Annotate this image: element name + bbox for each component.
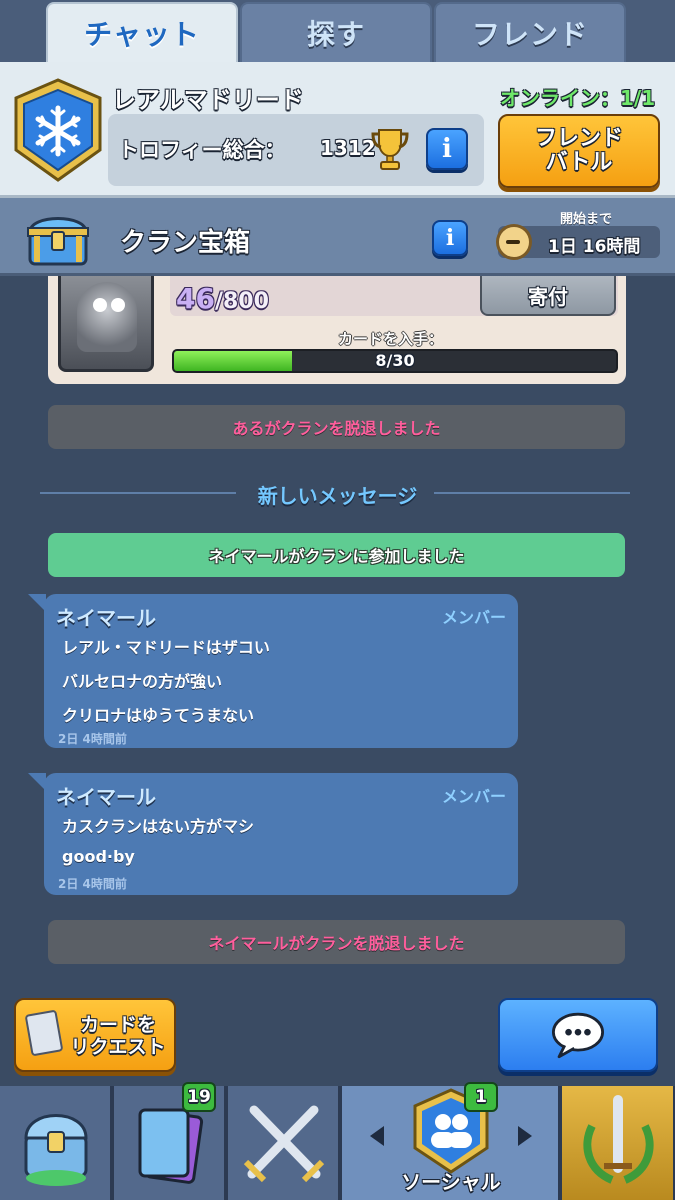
system-message-leave-text: あるがクランを脱退しました xyxy=(232,419,441,438)
trophy-value: 1312 xyxy=(320,136,376,160)
nav-shop[interactable] xyxy=(0,1086,112,1200)
ghost-figure xyxy=(77,282,137,352)
clan-badge-snowflake-icon[interactable] xyxy=(12,78,104,182)
system-message-join-text: ネイマールがクランに参加しました xyxy=(208,547,465,566)
friend-battle-button[interactable]: フレンド バトル xyxy=(498,114,660,188)
tab-chat-label: チャット xyxy=(84,18,200,51)
trophy-icon xyxy=(371,129,409,170)
system-message-join: ネイマールがクランに参加しました xyxy=(48,533,625,577)
chevron-left-icon[interactable] xyxy=(370,1126,384,1146)
system-message-leave-text: ネイマールがクランを脱退しました xyxy=(208,934,465,953)
top-tab-bar: チャット 探す フレンド xyxy=(0,0,675,62)
system-message-leave: あるがクランを脱退しました xyxy=(48,405,625,449)
cards-received-label: カードを入手： xyxy=(338,330,444,348)
friend-battle-label-2: バトル xyxy=(545,150,613,175)
chat-message[interactable]: ネイマール メンバー カスクランはない方がマシ good·by 2日 4時間前 xyxy=(28,773,518,895)
cards-progress-text: 8/30 xyxy=(375,351,415,370)
chevron-right-icon[interactable] xyxy=(518,1126,532,1146)
requested-card-ghost-icon xyxy=(58,276,154,372)
request-cards-label-1: カードを xyxy=(79,1014,156,1036)
friend-battle-label-1: フレンド xyxy=(534,126,623,151)
tab-chat[interactable]: チャット xyxy=(46,2,238,62)
clan-name: レアルマドリード xyxy=(112,86,304,114)
open-chat-button[interactable] xyxy=(498,998,658,1072)
chest-info-button[interactable]: i xyxy=(432,220,468,256)
shop-chest-icon xyxy=(24,1114,88,1186)
message-line: クリロナはゆうてうまない xyxy=(62,706,255,725)
donation-total: /800 xyxy=(214,289,269,314)
request-cards-button[interactable]: カードを リクエスト xyxy=(14,998,176,1072)
ghost-eye-left xyxy=(93,298,107,312)
request-cards-label-2: リクエスト xyxy=(70,1036,166,1058)
tournament-icon xyxy=(583,1095,654,1184)
clan-chest-icon[interactable] xyxy=(24,206,92,268)
donate-button[interactable]: 寄付 xyxy=(480,276,616,316)
nav-social-label: ソーシャル xyxy=(401,1170,501,1194)
chat-message[interactable]: ネイマール メンバー レアル・マドリードはザコい バルセロナの方が強い クリロナ… xyxy=(28,594,518,748)
battle-swords-icon xyxy=(243,1105,325,1183)
clan-header: レアルマドリード トロフィー総合： 1312 i オンライン：1/1 フレンド … xyxy=(0,62,675,198)
message-line: バルセロナの方が強い xyxy=(62,672,223,691)
trophy-label: トロフィー総合： xyxy=(118,138,286,162)
message-line: good·by xyxy=(62,847,135,866)
message-line: レアル・マドリードはザコい xyxy=(62,638,270,657)
donate-button-label: 寄付 xyxy=(528,284,568,309)
tab-search[interactable]: 探す xyxy=(240,2,432,62)
request-cards-label: カードを リクエスト xyxy=(66,1014,170,1058)
tab-search-label: 探す xyxy=(306,18,365,51)
social-count-badge: 1 xyxy=(464,1082,498,1112)
message-time: 2日 4時間前 xyxy=(58,877,127,891)
message-role: メンバー xyxy=(441,787,506,806)
message-sender[interactable]: ネイマール xyxy=(56,602,156,631)
tab-friends-label: フレンド xyxy=(471,18,588,51)
nav-tournament[interactable] xyxy=(562,1086,675,1200)
cards-count-badge: 19 xyxy=(182,1082,216,1112)
ghost-eye-right xyxy=(111,298,125,312)
chest-timer-value: 1日 16時間 xyxy=(548,237,641,257)
chest-timer-label: 開始まで xyxy=(560,212,613,227)
nav-battle[interactable] xyxy=(228,1086,340,1200)
bottom-navigation xyxy=(0,1086,675,1200)
speech-bubble-icon xyxy=(551,1012,605,1059)
card-stack-icon xyxy=(24,1009,64,1057)
donation-current: 46 xyxy=(176,282,215,315)
tab-friends[interactable]: フレンド xyxy=(434,2,626,62)
new-messages-label: 新しいメッセージ xyxy=(257,484,418,508)
clan-chest-title: クラン宝箱 xyxy=(120,228,251,258)
message-role: メンバー xyxy=(441,608,506,627)
message-sender[interactable]: ネイマール xyxy=(56,781,156,810)
clock-icon xyxy=(496,224,532,260)
message-time: 2日 4時間前 xyxy=(58,732,127,746)
cards-progress-bar: 8/30 xyxy=(172,349,618,373)
clan-info-button[interactable]: i xyxy=(426,128,468,170)
trophy-box: トロフィー総合： 1312 i xyxy=(108,114,484,186)
donation-count: 46/800 xyxy=(176,282,269,315)
online-count: オンライン：1/1 xyxy=(500,86,656,110)
system-message-leave: ネイマールがクランを脱退しました xyxy=(48,920,625,964)
message-line: カスクランはない方がマシ xyxy=(62,817,255,836)
